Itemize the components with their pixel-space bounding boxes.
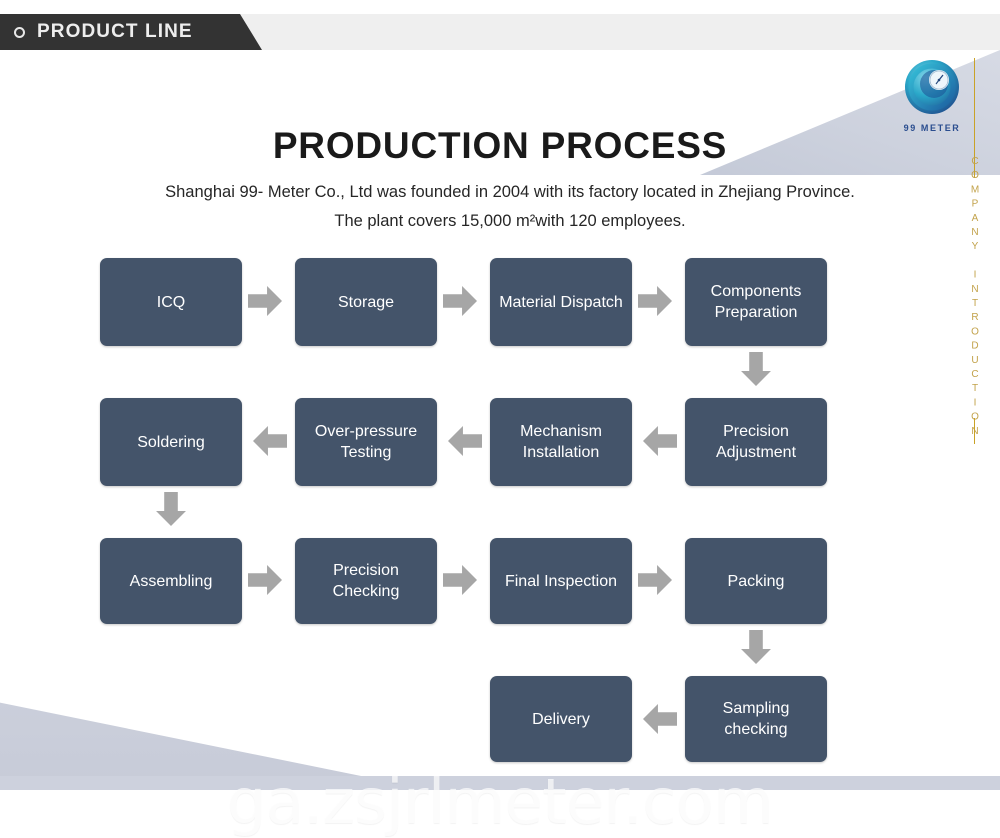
flow-arrow-down-r1-r2 (741, 352, 771, 386)
flow-node-mechanism-installation[interactable]: Mechanism Installation (490, 398, 632, 486)
decorative-diagonal-bottomleft (0, 702, 430, 790)
side-vertical-text: COMPANY INTRODUCTION (969, 156, 981, 440)
flow-node-assembling[interactable]: Assembling (100, 538, 242, 624)
flow-arrow-left-r2a (253, 426, 287, 456)
header-tab-label: PRODUCT LINE (37, 21, 193, 42)
meter-swirl-logo-icon (905, 60, 959, 114)
gold-rule-bottom (974, 418, 976, 444)
company-logo: 99 METER (890, 57, 974, 133)
flow-arrow-right-r3b (443, 565, 477, 595)
intro-paragraph: Shanghai 99- Meter Co., Ltd was founded … (165, 183, 855, 230)
flow-arrow-left-r2b (448, 426, 482, 456)
flow-node-soldering[interactable]: Soldering (100, 398, 242, 486)
decorative-bottom-band (0, 776, 1000, 790)
flow-arrow-right-r3a (248, 565, 282, 595)
flow-node-precision-adjustment[interactable]: Precision Adjustment (685, 398, 827, 486)
flow-arrow-right-r3c (638, 565, 672, 595)
header-product-line-tab[interactable]: PRODUCT LINE (0, 14, 262, 50)
flow-arrow-right-r1c (638, 286, 672, 316)
flow-node-sampling-checking[interactable]: Sampling checking (685, 676, 827, 762)
circle-outline-icon (14, 26, 25, 38)
flow-node-packing[interactable]: Packing (685, 538, 827, 624)
flow-arrow-left-r2c (643, 426, 677, 456)
flow-node-storage[interactable]: Storage (295, 258, 437, 346)
flow-arrow-down-r2-r3 (156, 492, 186, 526)
flow-node-final-inspection[interactable]: Final Inspection (490, 538, 632, 624)
page-title: PRODUCTION PROCESS (272, 125, 728, 166)
flow-node-components-preparation[interactable]: Components Preparation (685, 258, 827, 346)
flow-node-material-dispatch[interactable]: Material Dispatch (490, 258, 632, 346)
flow-arrow-right-r1a (248, 286, 282, 316)
flow-arrow-left-r4a (643, 704, 677, 734)
flow-node-precision-checking[interactable]: Precision Checking (295, 538, 437, 624)
flow-node-icq[interactable]: ICQ (100, 258, 242, 346)
flow-arrow-right-r1b (443, 286, 477, 316)
flow-node-delivery[interactable]: Delivery (490, 676, 632, 762)
flow-arrow-down-r3-r4 (741, 630, 771, 664)
flow-node-over-pressure-testing[interactable]: Over-pressure Testing (295, 398, 437, 486)
